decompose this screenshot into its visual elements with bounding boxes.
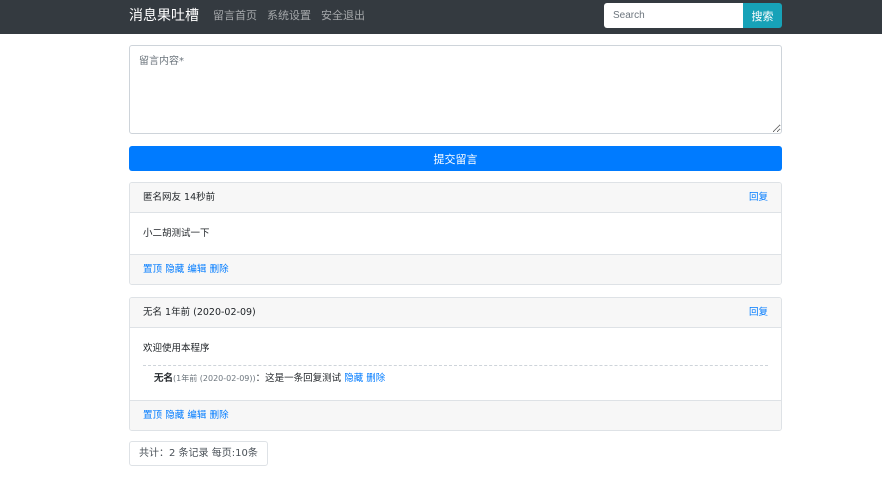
delete-link[interactable]: 删除: [210, 264, 229, 275]
reply-item: 无名(1年前 (2020-02-09))：这是一条回复测试 隐藏 删除: [143, 365, 768, 385]
edit-link[interactable]: 编辑: [187, 410, 206, 421]
reply-hide-link[interactable]: 隐藏: [344, 373, 363, 384]
message-content: 欢迎使用本程序: [143, 343, 210, 354]
message-card-header: 无名 1年前 (2020-02-09) 回复: [130, 298, 781, 328]
reply-time: (1年前 (2020-02-09)): [173, 374, 256, 383]
message-card: 匿名网友 14秒前 回复 小二胡测试一下 置顶 隐藏 编辑 删除: [129, 182, 782, 285]
reply-link[interactable]: 回复: [749, 307, 768, 319]
reply-delete-link[interactable]: 删除: [366, 373, 385, 384]
message-author: 匿名网友: [143, 192, 182, 203]
pagination-summary: 共计：2 条记录 每页:10条: [129, 441, 268, 466]
edit-link[interactable]: 编辑: [187, 264, 206, 275]
submit-message-button[interactable]: 提交留言: [129, 146, 782, 171]
message-card-body: 欢迎使用本程序 无名(1年前 (2020-02-09))：这是一条回复测试 隐藏…: [130, 328, 781, 400]
top-navbar: 消息果吐槽 留言首页 系统设置 安全退出 搜索: [0, 0, 882, 34]
message-author: 无名: [143, 307, 163, 318]
message-meta: 匿名网友 14秒前: [143, 192, 215, 204]
brand-logo[interactable]: 消息果吐槽: [129, 7, 199, 25]
hide-link[interactable]: 隐藏: [165, 410, 184, 421]
nav-link-settings[interactable]: 系统设置: [267, 9, 311, 23]
pin-link[interactable]: 置顶: [143, 410, 162, 421]
pin-link[interactable]: 置顶: [143, 264, 162, 275]
reply-author: 无名: [154, 373, 174, 384]
reply-link[interactable]: 回复: [749, 192, 768, 204]
hide-link[interactable]: 隐藏: [165, 264, 184, 275]
message-time: 14秒前: [184, 192, 216, 203]
message-time: 1年前 (2020-02-09): [165, 307, 256, 318]
nav-link-logout[interactable]: 安全退出: [321, 9, 365, 23]
message-meta: 无名 1年前 (2020-02-09): [143, 307, 256, 319]
message-card-footer: 置顶 隐藏 编辑 删除: [130, 254, 781, 284]
message-content-textarea[interactable]: [129, 45, 782, 134]
message-card: 无名 1年前 (2020-02-09) 回复 欢迎使用本程序 无名(1年前 (2…: [129, 297, 782, 431]
delete-link[interactable]: 删除: [210, 410, 229, 421]
message-card-footer: 置顶 隐藏 编辑 删除: [130, 400, 781, 430]
reply-separator: ：: [255, 373, 266, 384]
nav-link-home[interactable]: 留言首页: [213, 9, 257, 23]
message-card-header: 匿名网友 14秒前 回复: [130, 183, 781, 213]
reply-content: 这是一条回复测试: [265, 373, 342, 384]
message-content: 小二胡测试一下: [143, 228, 210, 239]
search-button[interactable]: 搜索: [743, 3, 782, 28]
message-card-body: 小二胡测试一下: [130, 213, 781, 254]
search-input[interactable]: [604, 3, 744, 28]
